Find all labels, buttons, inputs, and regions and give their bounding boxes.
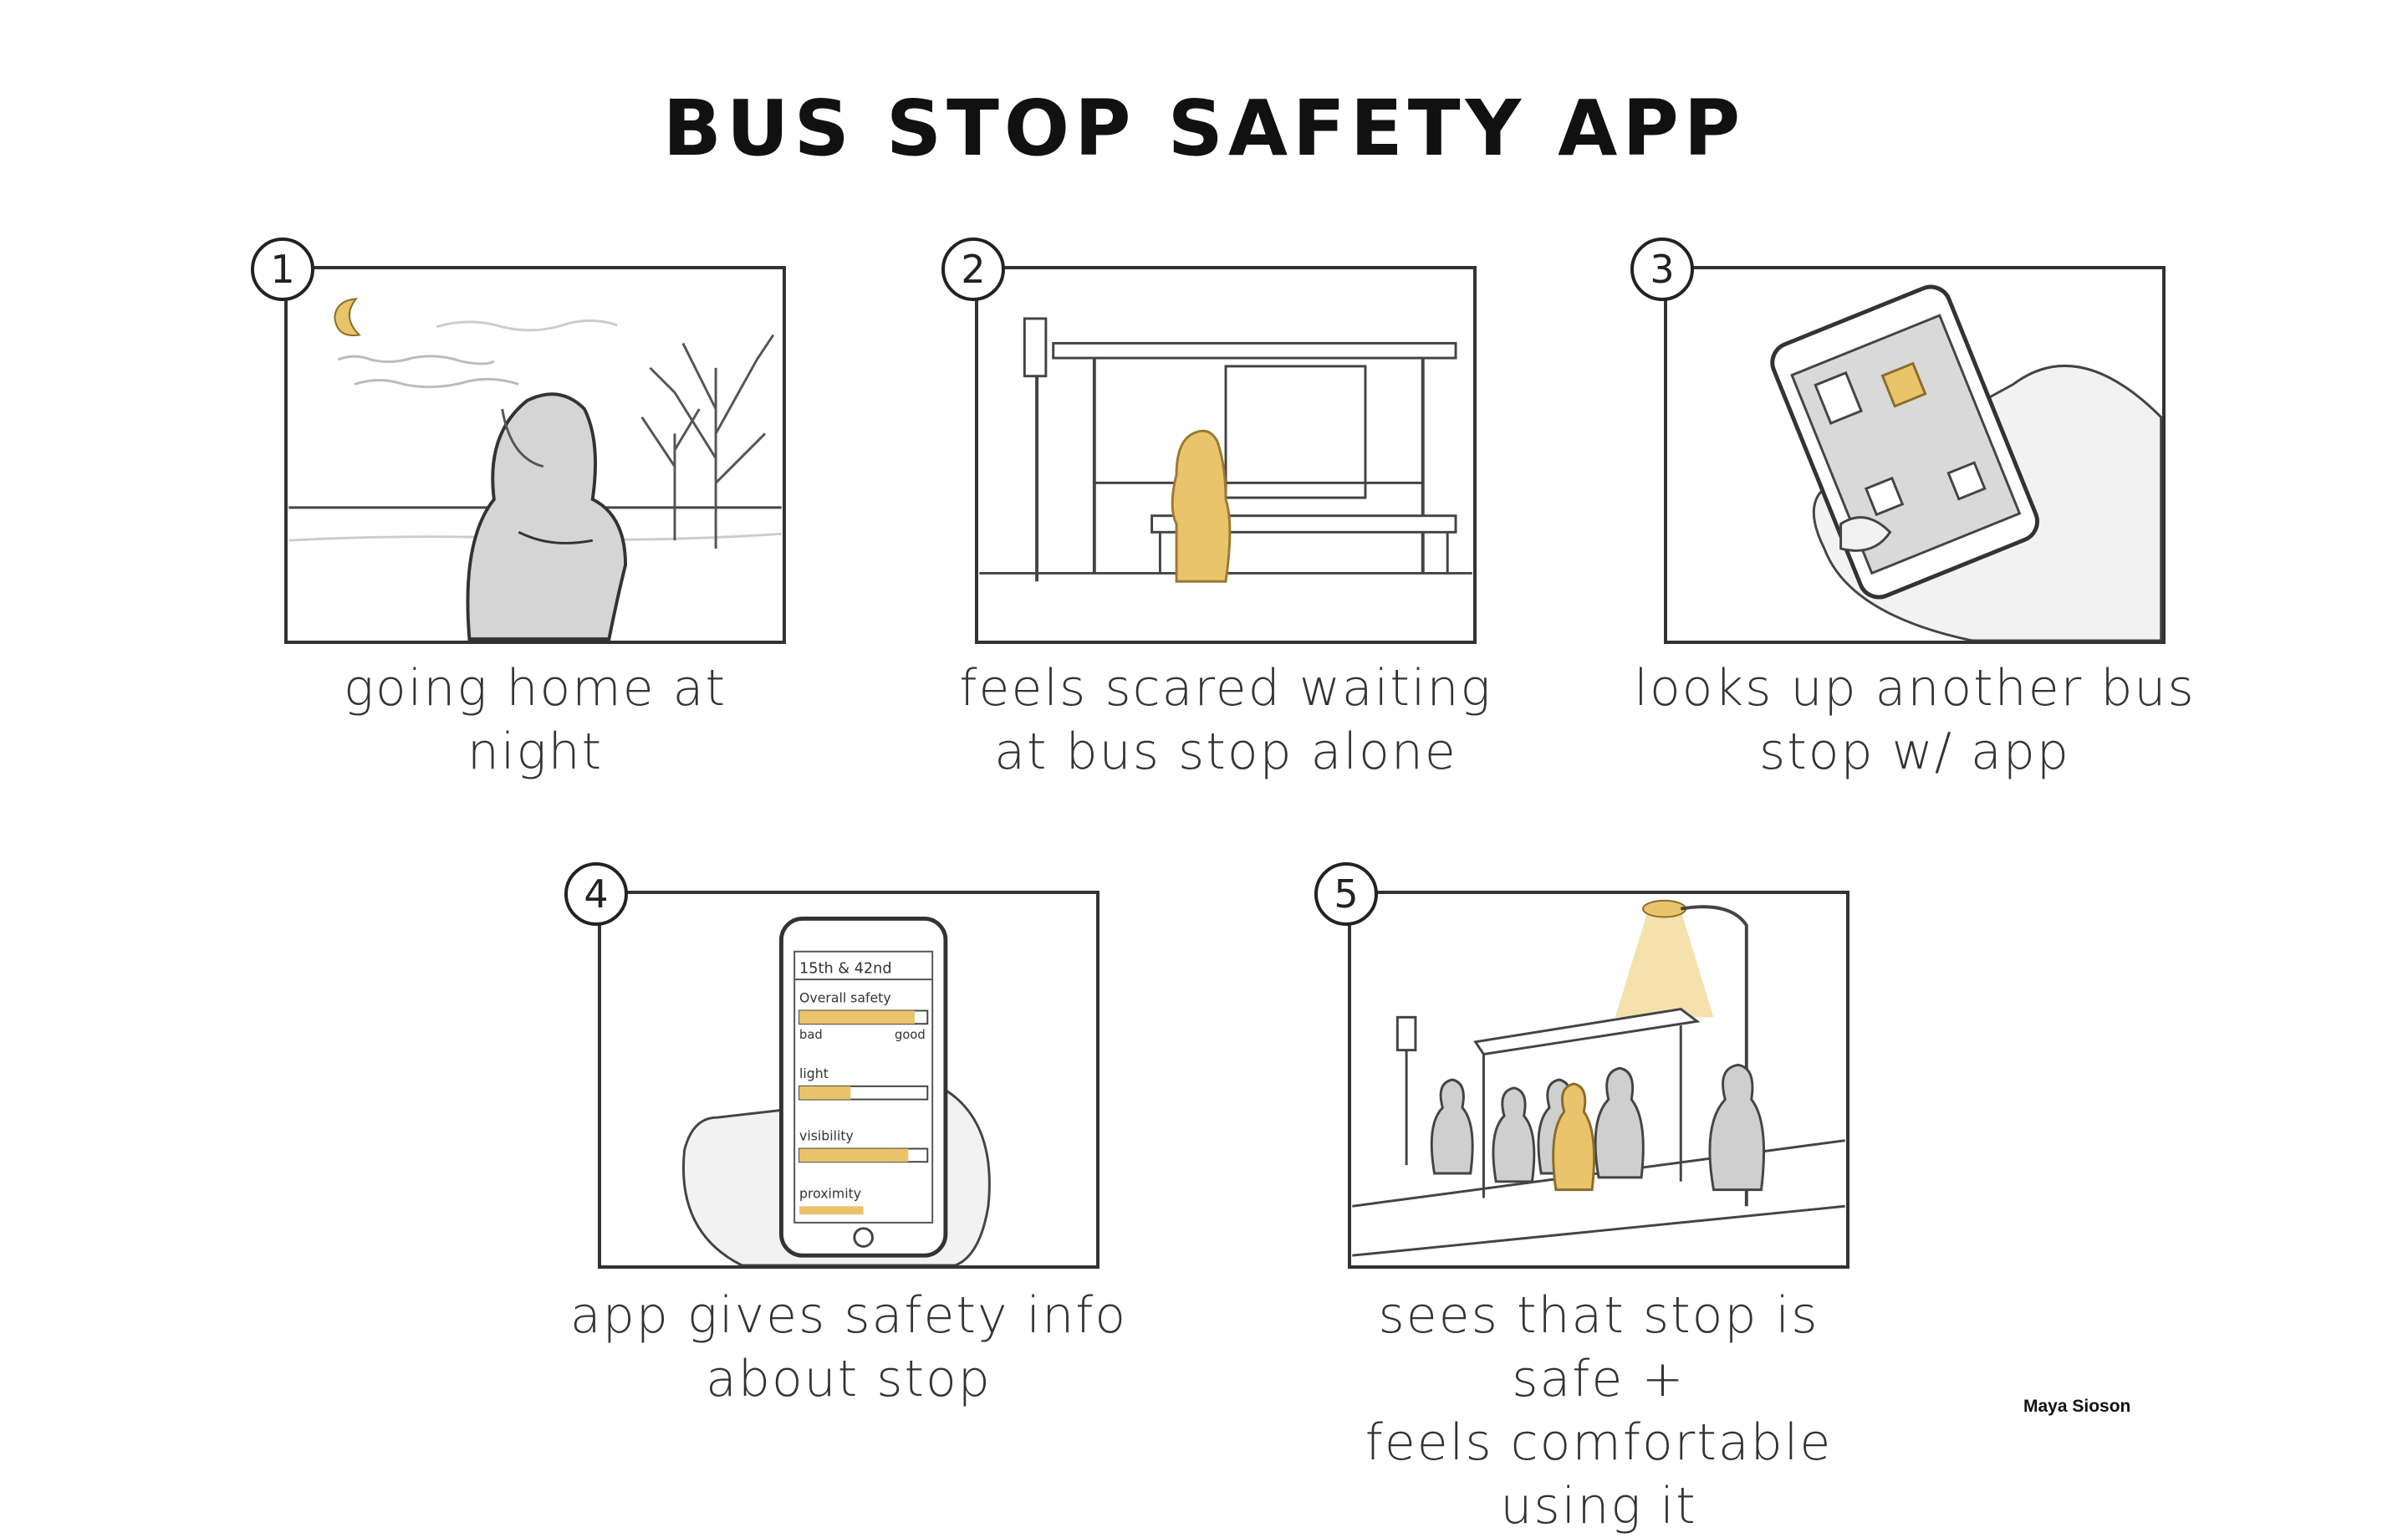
panel-3-sketch [1770,284,2162,641]
author-credit: Maya Sioson [2023,1397,2131,1416]
panel-4-sketch: 15th & 42nd Overall safety bad good ligh… [682,917,991,1265]
panel-1-frame [284,266,786,644]
panel-4-number: 4 [564,862,628,926]
metric-proximity-label: proximity [799,1185,861,1201]
panel-1-number: 1 [251,238,314,301]
metric-visibility-label: visibility [799,1128,854,1144]
waiting-person-highlight [1171,429,1232,583]
panel-2-caption: feels scared waiting at bus stop alone [959,659,1492,781]
phone-good-label: good [895,1028,926,1042]
bare-tree [640,334,775,549]
panel-5-sketch [1352,899,1845,1257]
page-title: BUS STOP SAFETY APP [662,84,1746,173]
metric-light-label: light [799,1065,829,1081]
panel-5-number: 5 [1314,862,1378,926]
panel-2-number: 2 [941,238,1005,301]
overall-bar-fill [799,1010,915,1024]
street-light-beam [1615,910,1714,1018]
hooded-person [466,392,628,641]
panel-4-caption: app gives safety info about stop [569,1286,1128,1408]
panel-4-frame: 15th & 42nd Overall safety bad good ligh… [598,891,1099,1269]
phone-location: 15th & 42nd [799,960,892,977]
panel-5-frame [1348,891,1849,1269]
panel-3-caption: looks up another bus stop w/ app [1634,659,2196,781]
panel-1-sketch [288,298,782,641]
panel-1-caption: going home at night [344,659,727,781]
shelter-roof [1473,1007,1701,1056]
metric-visibility-fill [799,1148,909,1162]
phone-overall-label: Overall safety [799,990,891,1006]
panel-5-caption: sees that stop is safe + feels comfortab… [1365,1286,1833,1535]
home-button-icon [853,1227,874,1248]
panel-3-frame [1664,266,2166,644]
metric-proximity-fill [799,1206,864,1215]
moon-icon [334,298,361,337]
panel-2-frame [975,266,1477,644]
panel-3-number: 3 [1630,238,1694,301]
panel-2-sketch [979,317,1472,583]
metric-light-fill [799,1086,851,1100]
phone-bad-label: bad [799,1028,823,1042]
shelter-roof [1052,341,1457,360]
